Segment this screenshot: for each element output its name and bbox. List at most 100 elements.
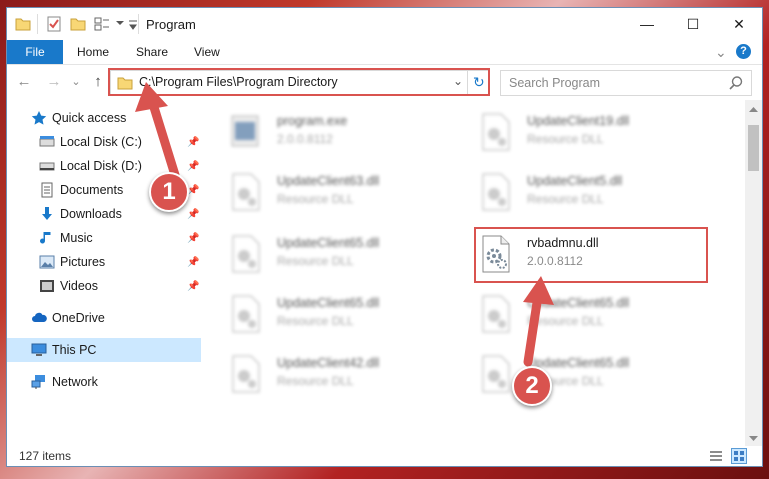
title-bar: Program — ☐ ✕ bbox=[7, 8, 762, 40]
list-item[interactable]: UpdateClient65.dll Resource DLL bbox=[479, 290, 709, 340]
dll-file-icon bbox=[232, 173, 260, 211]
video-icon bbox=[40, 280, 54, 292]
file-name: UpdateClient42.dll bbox=[277, 356, 380, 370]
sidebar-item-label: This PC bbox=[52, 343, 97, 357]
address-row: ← → ⌄ ↑ C:\Program Files\Program Directo… bbox=[7, 65, 762, 99]
pin-icon[interactable]: 📌 bbox=[187, 257, 199, 268]
list-item[interactable]: UpdateClient42.dll Resource DLL bbox=[229, 350, 459, 400]
music-icon bbox=[40, 232, 51, 244]
list-item[interactable]: UpdateClient5.dll Resource DLL bbox=[479, 168, 709, 218]
file-description: Resource DLL bbox=[277, 192, 354, 206]
scrollbar-thumb[interactable] bbox=[748, 125, 759, 171]
properties-icon[interactable] bbox=[46, 16, 62, 32]
explorer-window: Program — ☐ ✕ File Home Share View ⌄ ? ←… bbox=[7, 8, 762, 466]
up-button[interactable]: ↑ bbox=[89, 73, 107, 91]
list-item[interactable]: UpdateClient63.dll Resource DLL bbox=[229, 168, 459, 218]
network-icon bbox=[31, 375, 45, 389]
tab-home[interactable]: Home bbox=[77, 40, 109, 64]
list-item[interactable]: program.exe 2.0.0.8112 bbox=[229, 108, 459, 158]
sidebar-item-label: Downloads bbox=[60, 207, 122, 221]
vertical-scrollbar[interactable] bbox=[745, 100, 762, 448]
new-folder-icon[interactable] bbox=[70, 16, 86, 32]
list-item[interactable]: UpdateClient65.dll Resource DLL bbox=[229, 290, 459, 340]
help-icon[interactable]: ? bbox=[736, 44, 751, 59]
file-name: UpdateClient5.dll bbox=[527, 174, 623, 188]
sidebar-item-local-disk-c[interactable]: Local Disk (C:) 📌 bbox=[7, 130, 201, 154]
tiles-view-icon[interactable] bbox=[731, 448, 747, 464]
sidebar-item-label: Music bbox=[60, 231, 93, 245]
scroll-up-icon[interactable] bbox=[749, 106, 758, 112]
sidebar-item-label: Quick access bbox=[52, 111, 127, 125]
pin-icon[interactable]: 📌 bbox=[187, 281, 199, 292]
file-description: Resource DLL bbox=[527, 132, 604, 146]
sidebar-item-music[interactable]: Music 📌 bbox=[7, 226, 201, 250]
dll-file-icon bbox=[482, 295, 510, 333]
maximize-icon: ☐ bbox=[686, 15, 700, 32]
pictures-icon bbox=[39, 255, 55, 269]
sidebar-item-label: Local Disk (C:) bbox=[60, 135, 142, 149]
sidebar-item-label: OneDrive bbox=[52, 311, 105, 325]
sidebar-item-label: Network bbox=[52, 375, 98, 389]
list-item[interactable]: UpdateClient65.dll Resource DLL bbox=[229, 230, 459, 280]
file-name: UpdateClient65.dll bbox=[527, 296, 630, 310]
file-name: program.exe bbox=[277, 114, 348, 128]
recent-locations-icon[interactable]: ⌄ bbox=[67, 73, 85, 91]
ribbon-expand-icon[interactable]: ⌄ bbox=[715, 40, 727, 64]
sidebar-item-network[interactable]: Network bbox=[7, 370, 201, 394]
sidebar-item-videos[interactable]: Videos 📌 bbox=[7, 274, 201, 298]
file-description: Resource DLL bbox=[527, 314, 604, 328]
scroll-down-icon[interactable] bbox=[749, 436, 758, 442]
file-name: UpdateClient63.dll bbox=[277, 174, 380, 188]
file-version: 2.0.0.8112 bbox=[277, 132, 333, 146]
dll-file-icon bbox=[482, 355, 510, 393]
download-icon bbox=[42, 207, 52, 220]
star-icon bbox=[31, 111, 47, 125]
file-name: UpdateClient19.dll bbox=[527, 114, 630, 128]
close-button[interactable]: ✕ bbox=[716, 8, 762, 40]
file-description: Resource DLL bbox=[277, 374, 354, 388]
folder-icon bbox=[15, 18, 31, 31]
ribbon: File Home Share View ⌄ ? bbox=[7, 40, 762, 65]
pin-icon[interactable]: 📌 bbox=[187, 233, 199, 244]
dll-file-icon bbox=[232, 235, 260, 273]
sidebar-item-label: Documents bbox=[60, 183, 124, 197]
drive-icon bbox=[39, 136, 55, 147]
details-view-icon[interactable] bbox=[709, 449, 723, 463]
step-1-badge: 1 bbox=[149, 172, 189, 212]
drive-icon bbox=[39, 162, 55, 171]
item-count: 127 items bbox=[19, 449, 72, 463]
dll-file-icon bbox=[232, 355, 260, 393]
minimize-button[interactable]: — bbox=[624, 8, 670, 40]
pin-icon[interactable]: 📌 bbox=[187, 209, 199, 220]
status-bar: 127 items bbox=[7, 446, 762, 466]
tab-file[interactable]: File bbox=[7, 40, 63, 64]
pin-icon[interactable]: 📌 bbox=[187, 137, 199, 148]
customize-toolbar-icon[interactable] bbox=[128, 16, 138, 32]
dll-file-icon bbox=[482, 173, 510, 211]
step-2-badge: 2 bbox=[512, 366, 552, 406]
minimize-icon: — bbox=[640, 16, 654, 32]
view-options-icon[interactable] bbox=[94, 16, 114, 32]
search-icon[interactable] bbox=[729, 76, 743, 90]
file-name: UpdateClient65.dll bbox=[277, 296, 380, 310]
chevron-down-icon[interactable] bbox=[116, 21, 124, 37]
back-button[interactable]: ← bbox=[15, 73, 33, 91]
tab-share[interactable]: Share bbox=[136, 40, 168, 64]
documents-icon bbox=[41, 182, 53, 198]
search-box[interactable]: Search Program bbox=[500, 70, 752, 96]
sidebar-item-pictures[interactable]: Pictures 📌 bbox=[7, 250, 201, 274]
maximize-button[interactable]: ☐ bbox=[670, 8, 716, 40]
sidebar-item-onedrive[interactable]: OneDrive bbox=[7, 306, 201, 330]
divider bbox=[37, 14, 38, 34]
window-title: Program bbox=[146, 17, 196, 32]
pin-icon[interactable]: 📌 bbox=[187, 161, 199, 172]
address-highlight-box bbox=[108, 68, 490, 96]
sidebar-item-this-pc[interactable]: This PC bbox=[7, 338, 201, 362]
search-input[interactable]: Search Program bbox=[509, 76, 600, 90]
forward-button[interactable]: → bbox=[45, 73, 63, 91]
file-description: Resource DLL bbox=[277, 314, 354, 328]
tab-view[interactable]: View bbox=[194, 40, 220, 64]
list-item[interactable]: UpdateClient19.dll Resource DLL bbox=[479, 108, 709, 158]
divider bbox=[138, 14, 139, 34]
sidebar-item-quick-access[interactable]: Quick access bbox=[7, 106, 201, 130]
